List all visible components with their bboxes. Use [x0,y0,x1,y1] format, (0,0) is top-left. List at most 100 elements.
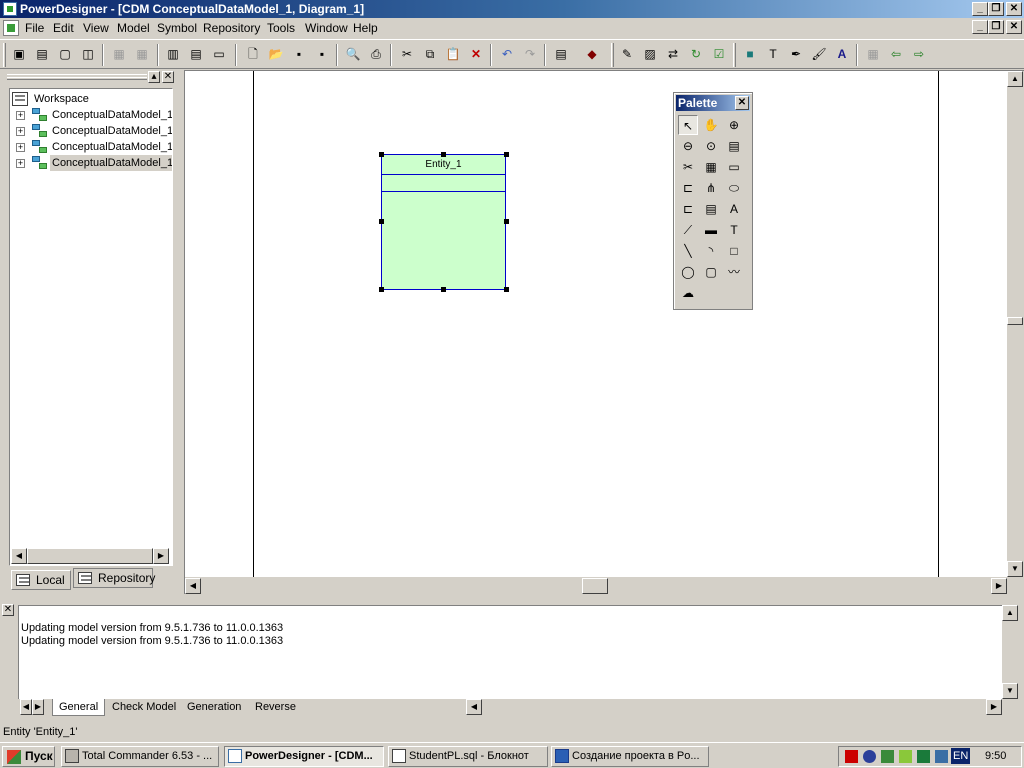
selection-handle[interactable] [379,287,384,292]
font-icon[interactable]: A [833,45,851,63]
window-icon[interactable]: ◫ [79,45,97,63]
text-format-icon[interactable]: T [764,45,782,63]
tab-general[interactable]: General [52,699,106,716]
palette-polyline-icon[interactable]: 〰 [724,262,744,282]
undo-icon[interactable]: ↶ [498,45,516,63]
app-icon[interactable] [3,2,17,16]
save-all-icon[interactable]: ▪ [313,45,331,63]
workspace-tree[interactable]: Workspace + ConceptualDataModel_1 + Conc… [9,88,173,566]
replace-icon[interactable]: ⇄ [664,45,682,63]
browser-icon[interactable]: ▣ [10,45,28,63]
palette-rounded-rectangle-icon[interactable]: ▢ [701,262,721,282]
tab-generation[interactable]: Generation [183,699,245,716]
palette-zoom-in-icon[interactable]: ⊕ [724,115,744,135]
palette-open-package-icon[interactable]: ⊙ [701,136,721,156]
fill-icon[interactable]: ■ [741,45,759,63]
edit-icon[interactable]: ✎ [618,45,636,63]
palette-area-icon[interactable]: ▬ [701,220,721,240]
antivirus-icon[interactable] [917,750,930,763]
palette-close-button[interactable]: ✕ [735,96,749,110]
paste-icon[interactable]: 📋 [444,45,462,63]
palette-rectangle-icon[interactable]: □ [724,241,744,261]
grid3-icon[interactable]: ▭ [210,45,228,63]
folder-icon[interactable]: ▦ [864,45,882,63]
selection-handle[interactable] [441,152,446,157]
scroll-right-button[interactable]: ▶ [153,548,169,564]
tab-scroll-right-button[interactable]: ▶ [32,699,44,715]
menu-model[interactable]: Model [117,21,150,35]
save-icon[interactable]: ▪ [290,45,308,63]
properties-icon[interactable]: ▤ [552,45,570,63]
panel-close-button[interactable]: ✕ [162,71,174,83]
panel-restore-button[interactable]: ▴ [148,71,160,83]
tab-repository[interactable]: Repository [73,568,155,588]
result-icon[interactable]: ▢ [56,45,74,63]
menu-help[interactable]: Help [353,21,378,35]
menu-view[interactable]: View [83,21,109,35]
output-log[interactable]: Updating model version from 9.5.1.736 to… [18,605,1002,699]
refresh-icon[interactable]: ↻ [687,45,705,63]
document-icon[interactable] [3,20,19,36]
mdi-close-button[interactable]: ✕ [1006,20,1022,34]
task-notepad[interactable]: StudentPL.sql - Блокнот [388,746,548,767]
palette-package-icon[interactable]: ⊏ [678,199,698,219]
expand-icon[interactable]: + [16,111,25,120]
palette-ellipse-icon[interactable]: ◯ [678,262,698,282]
update-icon[interactable] [935,750,948,763]
scroll-left-button[interactable]: ◀ [11,548,27,564]
palette-title-bar[interactable]: Palette ✕ [676,95,750,111]
output-close-button[interactable]: ✕ [2,604,14,616]
language-indicator[interactable]: EN [951,748,971,764]
scroll-down-button[interactable]: ▼ [1007,561,1023,577]
mdi-restore-button[interactable]: ❐ [988,20,1004,34]
diagram-canvas[interactable]: Entity_1 Palette ✕ ↖ ✋ ⊕ ⊖ ⊙ ▤ ✂ ▦ ▭ ⊏ ⋔ ⬭ ⊏ ▤ A ⟋ ▬ T ╲ ◝ □… [185,71,1007,577]
task-word[interactable]: Создание проекта в Po... [551,746,709,767]
palette-properties-icon[interactable]: ▤ [724,136,744,156]
palette-file-icon[interactable]: ▤ [701,199,721,219]
task-powerdesigner[interactable]: PowerDesigner - [CDM... [224,746,384,767]
scroll-left-button[interactable]: ◀ [185,578,201,594]
palette-association-icon[interactable]: ⋔ [701,178,721,198]
menu-window[interactable]: Window [305,21,348,35]
minimize-button[interactable]: _ [972,2,988,16]
output-icon[interactable]: ▤ [33,45,51,63]
menu-file[interactable]: File [25,21,44,35]
scroll-right-button[interactable]: ▶ [986,699,1002,715]
expand-icon[interactable]: + [16,127,25,136]
grid2-icon[interactable]: ▤ [187,45,205,63]
palette-link-2-icon[interactable]: ⟋ [678,220,698,240]
brush-icon[interactable]: 🖌 [810,45,828,63]
menu-repository[interactable]: Repository [203,21,260,35]
view1-icon[interactable]: ▦ [110,45,128,63]
menu-symbol[interactable]: Symbol [157,21,197,35]
tab-scroll-left-button[interactable]: ◀ [20,699,32,715]
palette-relationship-icon[interactable]: ⊏ [678,178,698,198]
copy-icon[interactable]: ⧉ [421,45,439,63]
mdi-minimize-button[interactable]: _ [972,20,988,34]
palette-note-icon[interactable]: A [724,199,744,219]
pen-icon[interactable]: ✒ [787,45,805,63]
back-icon[interactable]: ⇦ [887,45,905,63]
palette-entity-icon[interactable]: ▦ [701,157,721,177]
clipboard-icon[interactable]: ▨ [641,45,659,63]
palette-cut-icon[interactable]: ✂ [678,157,698,177]
scroll-down-button[interactable]: ▼ [1002,683,1018,699]
check-icon[interactable]: ☑ [710,45,728,63]
toolbar-grip[interactable] [3,43,6,67]
display-icon[interactable] [899,750,912,763]
tab-reverse[interactable]: Reverse [251,699,300,716]
palette-polygon-icon[interactable]: ☁ [678,283,698,303]
close-button[interactable]: ✕ [1006,2,1022,16]
palette-line-icon[interactable]: ╲ [678,241,698,261]
selection-handle[interactable] [504,219,509,224]
print-preview-icon[interactable]: 🔍 [344,45,362,63]
palette-arc-icon[interactable]: ◝ [701,241,721,261]
selection-handle[interactable] [441,287,446,292]
start-button[interactable]: Пуск [2,746,55,767]
expand-icon[interactable]: + [16,159,25,168]
menu-tools[interactable]: Tools [267,21,295,35]
selection-handle[interactable] [504,287,509,292]
selection-handle[interactable] [504,152,509,157]
norton-icon[interactable] [845,750,858,763]
entity-symbol[interactable]: Entity_1 [381,154,506,290]
